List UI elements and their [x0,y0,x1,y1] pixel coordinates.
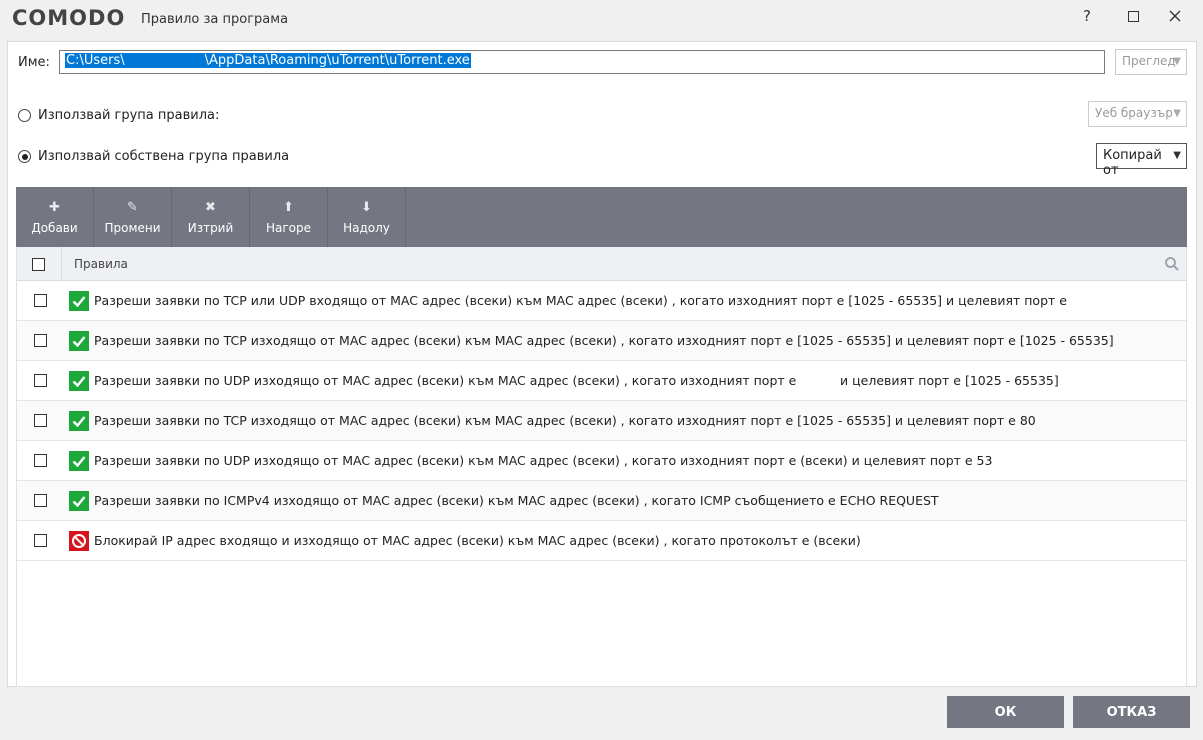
select-all-checkbox[interactable] [32,258,45,271]
rule-text: Разреши заявки по TCP изходящо от MAC ад… [94,333,1114,348]
allow-check-icon [69,291,89,311]
window-title: Правило за програма [141,12,289,27]
name-label: Име: [18,55,50,70]
row-checkbox[interactable] [34,334,47,347]
allow-check-icon [69,491,89,511]
copy-from-dropdown[interactable]: Копирай от ▼ [1096,143,1187,178]
rule-text: Разреши заявки по TCP или UDP входящо от… [94,293,1067,308]
delete-button[interactable]: ✖ Изтрий [172,187,250,247]
row-checkbox[interactable] [34,494,47,507]
allow-check-icon [69,331,89,351]
use-group-label: Използвай група правила: [38,108,220,123]
browse-button[interactable]: Преглед ▼ [1115,49,1187,75]
use-group-radio-row[interactable]: Използвай група правила: [18,108,219,123]
table-row[interactable]: Разреши заявки по UDP изходящо от MAC ад… [17,441,1186,481]
rule-text: Разреши заявки по TCP изходящо от MAC ад… [94,413,1036,428]
help-button[interactable]: ? [1064,0,1110,32]
close-icon [1169,10,1181,22]
help-icon: ? [1083,7,1091,25]
pencil-icon: ✎ [127,200,138,215]
arrow-up-icon: ⬆ [283,200,294,215]
use-group-radio[interactable] [18,109,31,122]
use-custom-radio[interactable] [18,150,31,163]
rules-grid: Правила Разреши заявки по TCP или UDP вх… [16,247,1187,687]
rule-text: Разреши заявки по UDP изходящо от MAC ад… [94,453,993,468]
plus-icon: ✚ [49,200,60,215]
ruleset-dropdown[interactable]: Уеб браузър ▼ [1088,101,1187,127]
table-row[interactable]: Разреши заявки по TCP изходящо от MAC ад… [17,321,1186,361]
allow-check-icon [69,451,89,471]
rules-column-header: Правила [74,257,128,271]
edit-button[interactable]: ✎ Промени [94,187,172,247]
table-row[interactable]: Разреши заявки по UDP изходящо от MAC ад… [17,361,1186,401]
move-down-button[interactable]: ⬇ Надолу [328,187,406,247]
allow-check-icon [69,411,89,431]
allow-check-icon [69,371,89,391]
move-up-button[interactable]: ⬆ Нагоре [250,187,328,247]
rule-text: Блокирай IP адрес входящо и изходящо от … [94,533,861,548]
table-row[interactable]: Разреши заявки по TCP или UDP входящо от… [17,281,1186,321]
ok-button[interactable]: ОК [947,696,1064,728]
main-panel: Име: C:\Users\ \AppData\Roaming\uTorrent\… [7,41,1197,687]
rule-text: Разреши заявки по ICMPv4 изходящо от MAC… [94,493,939,508]
chevron-down-icon: ▼ [1173,108,1181,119]
add-button[interactable]: ✚ Добави [16,187,94,247]
block-icon [69,531,89,551]
row-checkbox[interactable] [34,414,47,427]
row-checkbox[interactable] [34,374,47,387]
title-bar: COMODO Правило за програма ? [0,0,1203,38]
use-custom-label: Използвай собствена група правила [38,149,290,164]
table-row[interactable]: Разреши заявки по ICMPv4 изходящо от MAC… [17,481,1186,521]
rules-toolbar: ✚ Добави ✎ Промени ✖ Изтрий ⬆ Нагоре ⬇ Н… [16,187,1187,247]
row-checkbox[interactable] [34,534,47,547]
close-button[interactable] [1152,0,1198,32]
chevron-down-icon: ▼ [1173,56,1181,67]
rule-text: Разреши заявки по UDP изходящо от MAC ад… [94,373,1059,388]
grid-header: Правила [17,247,1186,281]
path-selection: C:\Users\ \AppData\Roaming\uTorrent\uTorr… [65,53,471,68]
table-row[interactable]: Разреши заявки по TCP изходящо от MAC ад… [17,401,1186,441]
arrow-down-icon: ⬇ [361,200,372,215]
search-icon[interactable] [1164,256,1180,272]
comodo-logo: COMODO [12,6,126,30]
path-input[interactable]: C:\Users\ \AppData\Roaming\uTorrent\uTorr… [59,50,1105,74]
maximize-button[interactable] [1110,0,1156,32]
maximize-icon [1127,10,1139,22]
row-checkbox[interactable] [34,454,47,467]
row-checkbox[interactable] [34,294,47,307]
chevron-down-icon: ▼ [1173,150,1181,161]
table-row[interactable]: Блокирай IP адрес входящо и изходящо от … [17,521,1186,561]
cancel-button[interactable]: ОТКАЗ [1073,696,1190,728]
x-icon: ✖ [205,200,216,215]
use-custom-radio-row[interactable]: Използвай собствена група правила [18,149,289,164]
